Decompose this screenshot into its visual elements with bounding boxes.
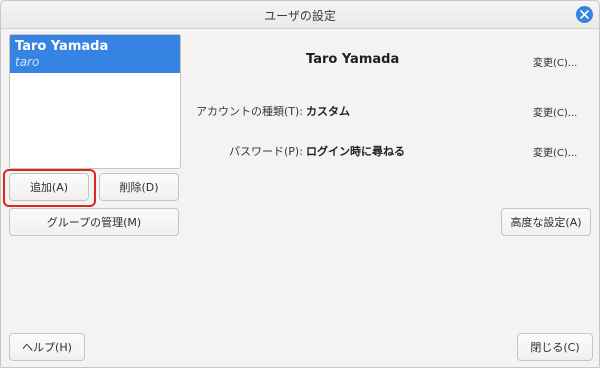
user-list-item[interactable]: Taro Yamada taro: [10, 35, 180, 73]
manage-groups-button[interactable]: グループの管理(M): [9, 208, 179, 236]
change-name-button[interactable]: 変更(C)...: [533, 54, 577, 69]
user-list[interactable]: Taro Yamada taro: [9, 34, 181, 169]
password-value: ログイン時に尋ねる: [306, 145, 405, 158]
change-password-button[interactable]: 変更(C)...: [533, 144, 577, 159]
close-icon: [580, 10, 589, 19]
account-type-value: カスタム: [306, 105, 350, 118]
account-type-label: アカウントの種類(T):: [196, 105, 304, 118]
highlight-box: [3, 169, 96, 207]
user-list-item-name: Taro Yamada: [15, 39, 109, 54]
user-list-item-login: taro: [15, 55, 40, 69]
change-account-type-button[interactable]: 変更(C)...: [533, 104, 577, 119]
full-name-value: Taro Yamada: [306, 52, 400, 67]
title-bar: ユーザの設定: [1, 1, 599, 29]
advanced-settings-button[interactable]: 高度な設定(A): [501, 208, 591, 236]
window-title: ユーザの設定: [264, 9, 336, 23]
password-label: パスワード(P):: [229, 145, 303, 158]
help-button[interactable]: ヘルプ(H): [9, 333, 85, 361]
delete-user-button[interactable]: 削除(D): [99, 173, 179, 201]
user-settings-window: ユーザの設定 Taro Yamada taro 追加(A) 削除(D) グループ…: [0, 0, 600, 368]
close-window-button[interactable]: [576, 6, 593, 23]
close-button[interactable]: 閉じる(C): [517, 333, 593, 361]
